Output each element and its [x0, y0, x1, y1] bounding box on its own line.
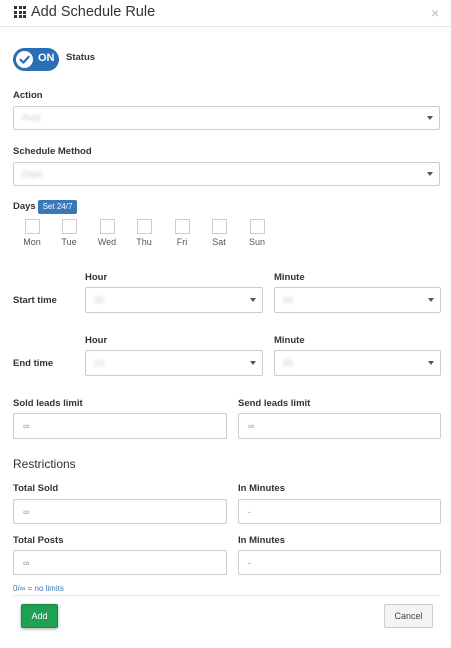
start-hour-value: 00	[94, 295, 105, 305]
status-toggle[interactable]: ON	[13, 48, 59, 71]
day-sat[interactable]: Sat	[206, 219, 232, 247]
end-hour-label: Hour	[85, 335, 108, 346]
end-minute-label: Minute	[274, 335, 305, 346]
total-sold-input[interactable]: ∞	[13, 499, 227, 524]
start-hour-label: Hour	[85, 272, 108, 283]
restrictions-heading: Restrictions	[13, 457, 76, 471]
start-time-label: Start time	[13, 295, 57, 306]
sold-in-minutes-input[interactable]: -	[238, 499, 441, 524]
day-label: Sat	[212, 237, 226, 247]
day-mon[interactable]: Mon	[19, 219, 45, 247]
end-time-label: End time	[13, 358, 54, 369]
day-checkbox[interactable]	[24, 219, 40, 234]
footer-divider	[13, 595, 440, 596]
no-limits-hint: 0/∞ = no limits	[13, 584, 64, 593]
day-tue[interactable]: Tue	[56, 219, 82, 247]
close-icon[interactable]: ×	[431, 5, 439, 21]
set-24-7-button[interactable]: Set 24/7	[38, 200, 77, 214]
day-checkbox[interactable]	[174, 219, 190, 234]
start-minute-value: 00	[283, 295, 294, 305]
modal-title: Add Schedule Rule	[31, 4, 156, 20]
posts-in-minutes-label: In Minutes	[238, 535, 285, 546]
schedule-method-label: Schedule Method	[13, 146, 92, 157]
total-sold-label: Total Sold	[13, 483, 59, 494]
send-leads-limit-label: Send leads limit	[238, 398, 311, 409]
status-label: Status	[66, 52, 96, 63]
end-minute-value: 59	[283, 358, 294, 368]
chevron-down-icon	[427, 172, 433, 176]
start-minute-label: Minute	[274, 272, 305, 283]
day-checkbox[interactable]	[211, 219, 227, 234]
end-minute-select[interactable]: 59	[274, 350, 441, 376]
action-select-value: Post	[22, 113, 41, 123]
schedule-method-select[interactable]: Days	[13, 162, 440, 186]
check-icon	[16, 51, 33, 68]
day-label: Thu	[136, 237, 152, 247]
chevron-down-icon	[250, 298, 256, 302]
day-label: Fri	[176, 237, 188, 247]
day-thu[interactable]: Thu	[131, 219, 157, 247]
start-minute-select[interactable]: 00	[274, 287, 441, 313]
chevron-down-icon	[428, 298, 434, 302]
action-label: Action	[13, 90, 43, 101]
total-posts-label: Total Posts	[13, 535, 64, 546]
day-label: Tue	[61, 237, 77, 247]
posts-in-minutes-input[interactable]: -	[238, 550, 441, 575]
schedule-method-select-value: Days	[22, 169, 43, 179]
day-checkbox[interactable]	[99, 219, 115, 234]
day-fri[interactable]: Fri	[169, 219, 195, 247]
day-label: Mon	[23, 237, 41, 247]
end-hour-select[interactable]: 23	[85, 350, 263, 376]
modal-header: Add Schedule Rule ×	[0, 0, 451, 26]
day-sun[interactable]: Sun	[244, 219, 270, 247]
start-hour-select[interactable]: 00	[85, 287, 263, 313]
sold-leads-limit-input[interactable]: ∞	[13, 413, 227, 439]
action-select[interactable]: Post	[13, 106, 440, 130]
sold-in-minutes-label: In Minutes	[238, 483, 285, 494]
day-label: Wed	[97, 237, 117, 247]
add-button[interactable]: Add	[21, 604, 58, 628]
end-hour-value: 23	[94, 358, 105, 368]
chevron-down-icon	[427, 116, 433, 120]
day-checkbox[interactable]	[249, 219, 265, 234]
day-wed[interactable]: Wed	[94, 219, 120, 247]
cancel-button[interactable]: Cancel	[384, 604, 433, 628]
toggle-text: ON	[38, 52, 55, 64]
chevron-down-icon	[428, 361, 434, 365]
day-checkbox[interactable]	[61, 219, 77, 234]
days-label: Days	[13, 201, 36, 212]
chevron-down-icon	[250, 361, 256, 365]
day-checkbox[interactable]	[136, 219, 152, 234]
total-posts-input[interactable]: ∞	[13, 550, 227, 575]
send-leads-limit-input[interactable]: ∞	[238, 413, 441, 439]
header-divider	[0, 26, 451, 27]
grid-icon	[14, 6, 26, 18]
day-label: Sun	[248, 237, 265, 247]
sold-leads-limit-label: Sold leads limit	[13, 398, 83, 409]
